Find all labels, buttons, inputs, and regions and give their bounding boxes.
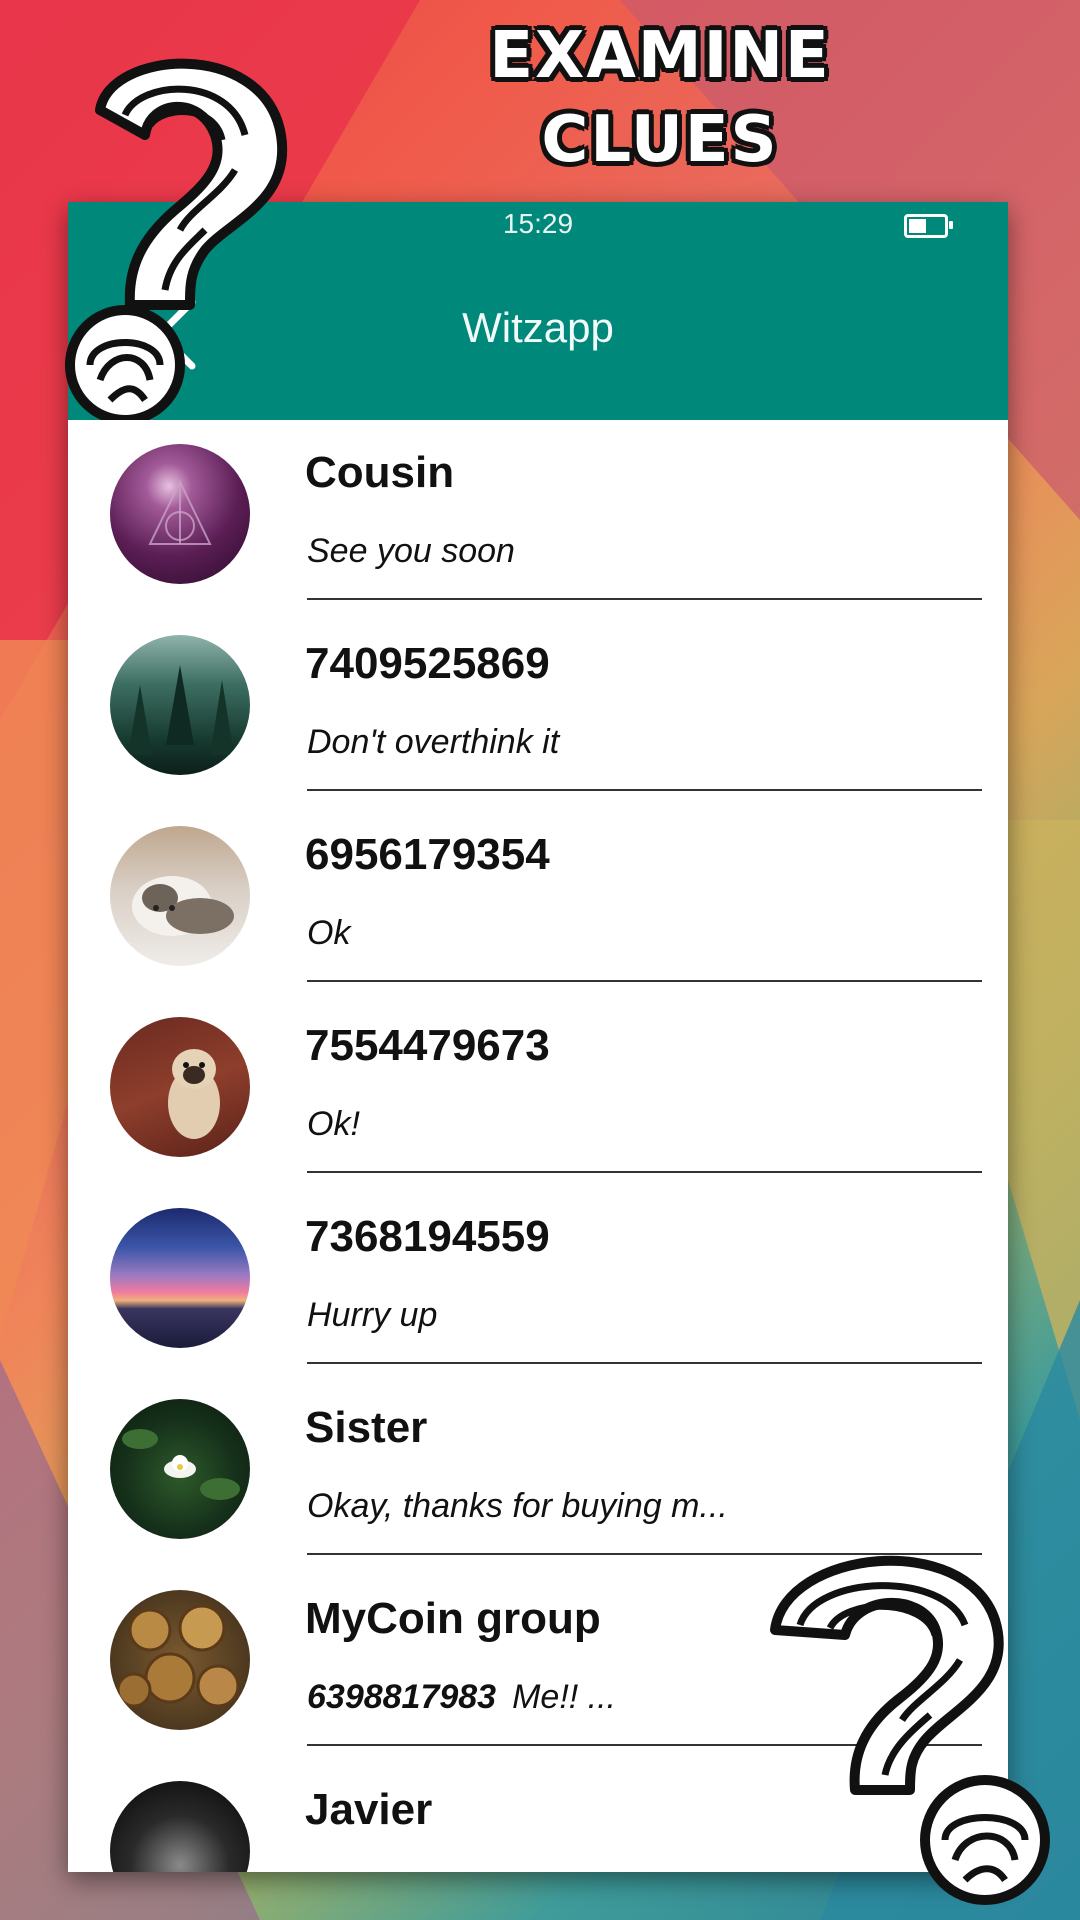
avatar xyxy=(110,826,250,966)
chat-preview-text: Okay, thanks for buying m... xyxy=(307,1487,728,1525)
maze-question-mark-icon xyxy=(65,58,288,420)
chat-preview: Don't overthink it xyxy=(307,723,559,762)
promo-headline: EXAMINE CLUES xyxy=(420,14,900,182)
avatar xyxy=(110,1208,250,1348)
chat-name: 7409525869 xyxy=(305,639,550,688)
avatar xyxy=(110,444,250,584)
chat-name: Cousin xyxy=(305,448,455,497)
battery-icon xyxy=(904,214,953,238)
chat-item[interactable]: 7554479673 Ok! xyxy=(68,993,1008,1184)
chat-item[interactable]: Cousin See you soon xyxy=(68,420,1008,611)
chat-name: 7554479673 xyxy=(305,1021,550,1070)
chat-name: 7368194559 xyxy=(305,1212,550,1261)
chat-item[interactable]: 7409525869 Don't overthink it xyxy=(68,611,1008,802)
chat-preview-text: Hurry up xyxy=(307,1296,438,1334)
divider xyxy=(307,980,982,982)
chat-preview: Hurry up xyxy=(307,1296,437,1335)
chat-preview: See you soon xyxy=(307,532,515,571)
promo-headline-line2: CLUES xyxy=(541,103,779,177)
chat-preview-sender: 6398817983 xyxy=(307,1678,497,1716)
chat-item[interactable]: 6956179354 Ok xyxy=(68,802,1008,993)
chat-preview-text: Me!! ... xyxy=(512,1678,617,1716)
chat-item[interactable]: 7368194559 Hurry up xyxy=(68,1184,1008,1375)
chat-name: 6956179354 xyxy=(305,830,550,879)
chat-name: MyCoin group xyxy=(305,1594,601,1643)
avatar xyxy=(110,635,250,775)
chat-name: Javier xyxy=(305,1785,433,1834)
divider xyxy=(307,1362,982,1364)
chat-preview-text: Ok! xyxy=(307,1105,360,1143)
chat-preview-text: Don't overthink it xyxy=(307,723,560,761)
chat-preview-text: Ok xyxy=(307,914,351,952)
chat-preview: Ok xyxy=(307,914,350,953)
chat-name: Sister xyxy=(305,1403,428,1452)
divider xyxy=(307,1171,982,1173)
chat-preview-text: See you soon xyxy=(307,532,515,570)
chat-preview: 6398817983 Me!! ... xyxy=(307,1678,616,1717)
divider xyxy=(307,598,982,600)
avatar xyxy=(110,1590,250,1730)
chat-preview: Okay, thanks for buying m... xyxy=(307,1487,728,1526)
chat-preview: Ok! xyxy=(307,1105,360,1144)
divider xyxy=(307,789,982,791)
maze-question-mark-icon xyxy=(770,1555,1050,1905)
avatar xyxy=(110,1399,250,1539)
avatar xyxy=(110,1781,250,1872)
avatar xyxy=(110,1017,250,1157)
promo-headline-line1: EXAMINE xyxy=(489,19,831,93)
